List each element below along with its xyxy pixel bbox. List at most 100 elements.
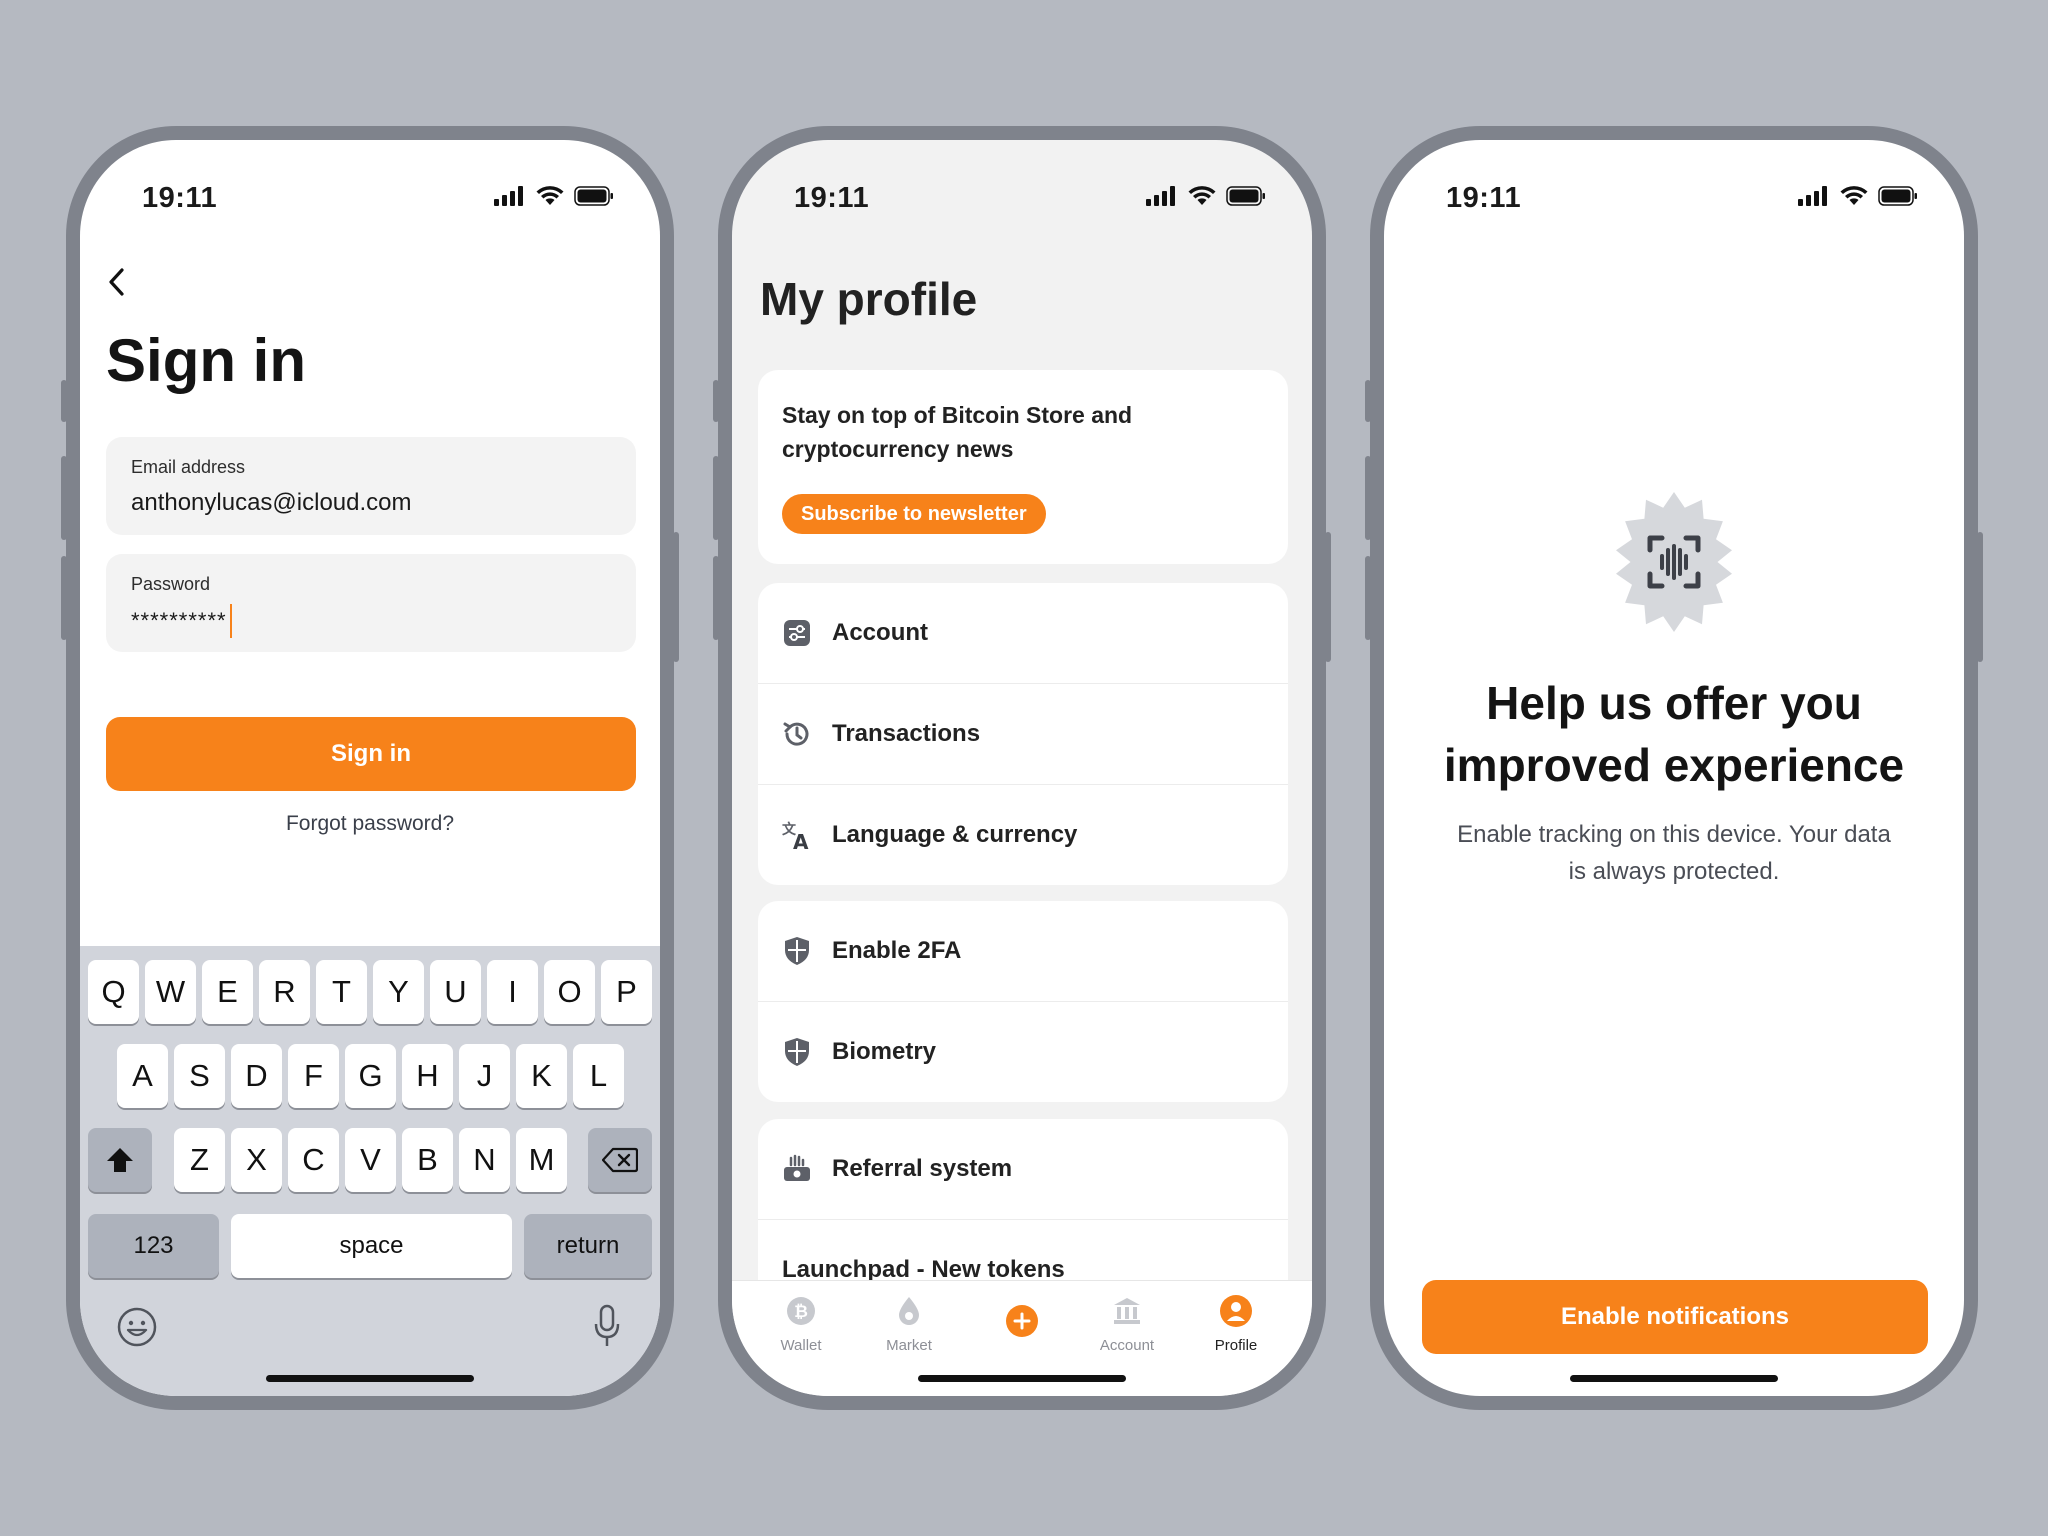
key-c[interactable]: C	[288, 1128, 339, 1192]
status-time: 19:11	[142, 182, 218, 214]
side-button	[1325, 532, 1331, 662]
menu-item-account[interactable]: Account	[758, 583, 1288, 684]
key-i[interactable]: I	[487, 960, 538, 1024]
market-drop-icon	[899, 1297, 919, 1325]
key-q[interactable]: Q	[88, 960, 139, 1024]
wifi-icon	[536, 186, 564, 205]
home-indicator	[1570, 1375, 1778, 1382]
shift-icon	[107, 1148, 133, 1172]
tab-wallet[interactable]: ₿ Wallet	[746, 1295, 856, 1354]
password-field[interactable]: Password **********	[106, 554, 636, 652]
money-hand-icon	[784, 1154, 810, 1181]
side-button	[61, 556, 67, 640]
key-d[interactable]: D	[231, 1044, 282, 1108]
newsletter-card: Stay on top of Bitcoin Store and cryptoc…	[758, 370, 1288, 564]
bitcoin-icon: ₿	[787, 1297, 815, 1325]
sign-in-button[interactable]: Sign in	[106, 717, 636, 791]
key-r[interactable]: R	[259, 960, 310, 1024]
password-value: **********	[131, 604, 232, 638]
backspace-icon	[602, 1147, 638, 1173]
side-button	[1977, 532, 1983, 662]
key-b[interactable]: B	[402, 1128, 453, 1192]
menu-item-label: Biometry	[832, 1038, 937, 1065]
back-arrow-icon[interactable]	[106, 266, 128, 298]
return-key[interactable]: return	[524, 1214, 652, 1278]
menu-item-transactions[interactable]: Transactions	[758, 684, 1288, 785]
status-time: 19:11	[794, 182, 870, 214]
newsletter-text: Stay on top of Bitcoin Store and cryptoc…	[782, 402, 1133, 462]
status-bar: 19:11	[732, 140, 1312, 250]
key-p[interactable]: P	[601, 960, 652, 1024]
bank-icon	[1114, 1298, 1140, 1324]
face-scan-badge-icon	[1616, 492, 1732, 632]
status-time: 19:11	[1446, 182, 1522, 214]
history-icon	[783, 722, 809, 746]
key-h[interactable]: H	[402, 1044, 453, 1108]
key-v[interactable]: V	[345, 1128, 396, 1192]
key-y[interactable]: Y	[373, 960, 424, 1024]
wifi-icon	[1188, 186, 1216, 205]
emoji-icon[interactable]	[116, 1306, 158, 1348]
key-w[interactable]: W	[145, 960, 196, 1024]
shift-key[interactable]	[88, 1128, 152, 1192]
status-icons	[1146, 186, 1266, 206]
status-icons	[494, 186, 614, 206]
space-key[interactable]: space	[231, 1214, 512, 1278]
key-x[interactable]: X	[231, 1128, 282, 1192]
screen: 19:11 Sign in Email address anthonylucas…	[80, 140, 660, 1396]
tab-add[interactable]	[967, 1295, 1077, 1347]
key-s[interactable]: S	[174, 1044, 225, 1108]
account-settings-card: Account Transactions 文A Language & curre…	[758, 583, 1288, 885]
menu-item-referral[interactable]: Referral system	[758, 1119, 1288, 1220]
menu-item-language[interactable]: 文A Language & currency	[758, 785, 1288, 885]
key-n[interactable]: N	[459, 1128, 510, 1192]
battery-icon	[574, 186, 613, 206]
subscribe-button[interactable]: Subscribe to newsletter	[782, 494, 1046, 534]
microphone-icon[interactable]	[592, 1304, 622, 1348]
menu-item-label: Account	[832, 619, 928, 646]
side-button	[713, 456, 719, 540]
tracking-title: Help us offer you improved experience	[1443, 677, 1905, 791]
key-t[interactable]: T	[316, 960, 367, 1024]
menu-item-2fa[interactable]: Enable 2FA	[758, 901, 1288, 1002]
menu-item-biometry[interactable]: Biometry	[758, 1002, 1288, 1102]
status-bar: 19:11	[1384, 140, 1964, 250]
key-j[interactable]: J	[459, 1044, 510, 1108]
key-e[interactable]: E	[202, 960, 253, 1024]
shield-icon	[785, 1038, 809, 1066]
shield-icon	[785, 937, 809, 965]
enable-notifications-button[interactable]: Enable notifications	[1422, 1280, 1928, 1354]
security-card: Enable 2FA Biometry	[758, 901, 1288, 1102]
side-button	[713, 380, 719, 422]
tab-profile[interactable]: Profile	[1181, 1295, 1291, 1354]
wifi-icon	[1840, 186, 1868, 205]
key-o[interactable]: O	[544, 960, 595, 1024]
side-button	[673, 532, 679, 662]
key-k[interactable]: K	[516, 1044, 567, 1108]
key-f[interactable]: F	[288, 1044, 339, 1108]
phone-tracking: 19:11 Help us offer you improved experie…	[1365, 126, 1983, 1410]
key-a[interactable]: A	[117, 1044, 168, 1108]
key-l[interactable]: L	[573, 1044, 624, 1108]
key-m[interactable]: M	[516, 1128, 567, 1192]
key-g[interactable]: G	[345, 1044, 396, 1108]
tab-account[interactable]: Account	[1072, 1295, 1182, 1354]
menu-item-label: Language & currency	[832, 821, 1078, 848]
screen: 19:11 Help us offer you improved experie…	[1384, 140, 1964, 1396]
tab-label: Profile	[1214, 1337, 1258, 1354]
side-button	[713, 556, 719, 640]
svg-text:₿: ₿	[794, 1302, 808, 1322]
key-z[interactable]: Z	[174, 1128, 225, 1192]
backspace-key[interactable]	[588, 1128, 652, 1192]
email-field[interactable]: Email address anthonylucas@icloud.com	[106, 437, 636, 535]
status-icons	[1798, 186, 1918, 206]
key-u[interactable]: U	[430, 960, 481, 1024]
status-bar: 19:11	[80, 140, 660, 250]
keyboard: Q W E R T Y U I O P A S D F G H J K L Z …	[80, 946, 660, 1396]
svg-text:A: A	[793, 830, 809, 850]
numbers-key[interactable]: 123	[88, 1214, 219, 1278]
tab-market[interactable]: Market	[854, 1295, 964, 1354]
screen: 19:11 My profile Stay on top of Bitcoin …	[732, 140, 1312, 1396]
forgot-password-link[interactable]: Forgot password?	[80, 812, 660, 836]
menu-item-label: Referral system	[832, 1155, 1013, 1182]
